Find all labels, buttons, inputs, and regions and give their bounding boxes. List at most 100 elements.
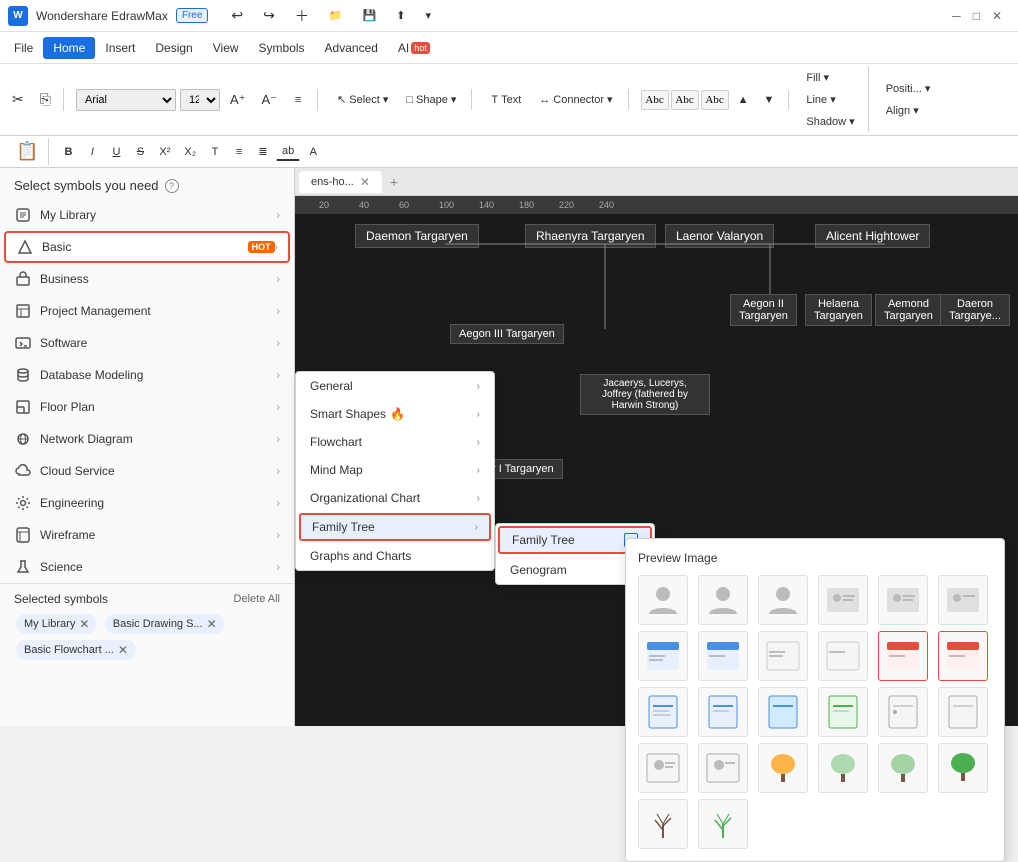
subscript-button[interactable]: X₂ — [178, 143, 202, 161]
text-align-button[interactable]: ≣ — [252, 142, 274, 161]
sidebar-item-cloud-service[interactable]: Cloud Service › — [0, 455, 294, 487]
sidebar-item-database-modeling[interactable]: Database Modeling › — [0, 359, 294, 391]
symbol-tag-my-library[interactable]: My Library ✕ — [16, 614, 97, 634]
preview-doc-blue-1[interactable] — [638, 687, 688, 737]
delete-all-button[interactable]: Delete All — [234, 593, 280, 605]
tab-ens-ho[interactable]: ens-ho... ✕ — [299, 171, 382, 193]
preview-tree-bare-1[interactable] — [638, 799, 688, 849]
remove-basic-drawing[interactable]: ✕ — [207, 617, 217, 631]
shape-button[interactable]: □ Shape ▾ — [399, 89, 463, 110]
style-scroll-down[interactable]: ▼ — [757, 91, 780, 109]
menu-symbols[interactable]: Symbols — [249, 37, 315, 59]
align-button[interactable]: ≡ — [287, 91, 309, 109]
style-box-2[interactable]: Abc — [671, 90, 699, 110]
font-size-select[interactable]: 12 — [180, 89, 220, 111]
position-button[interactable]: Positi... ▾ — [879, 78, 938, 99]
style-box-1[interactable]: Abc — [641, 90, 669, 110]
cut-button[interactable]: ✂ — [6, 88, 30, 111]
preview-tree-full[interactable] — [938, 743, 988, 793]
font-select[interactable]: Arial — [76, 89, 176, 111]
preview-card-plain-1[interactable] — [758, 631, 808, 681]
help-icon[interactable]: ? — [165, 179, 179, 193]
menu-design[interactable]: Design — [145, 37, 202, 59]
copy-button[interactable]: ⎘ — [34, 88, 57, 111]
symbol-tag-basic-drawing[interactable]: Basic Drawing S... ✕ — [105, 614, 225, 634]
bold-button[interactable]: B — [57, 143, 79, 161]
preview-person-card-2[interactable] — [698, 743, 748, 793]
redo-button[interactable]: ↪ — [256, 3, 282, 28]
preview-id-card-3[interactable] — [938, 575, 988, 625]
line-button[interactable]: Line ▾ — [799, 89, 861, 110]
tab-close-1[interactable]: ✕ — [360, 175, 370, 189]
text-style-button[interactable]: T — [204, 143, 226, 161]
list-button[interactable]: ≡ — [228, 143, 250, 161]
preview-card-blue-2[interactable] — [698, 631, 748, 681]
sidebar-item-network-diagram[interactable]: Network Diagram › — [0, 423, 294, 455]
more-button[interactable]: ▾ — [419, 5, 439, 26]
preview-doc-blue-2[interactable] — [698, 687, 748, 737]
align-right-button[interactable]: Align ▾ — [879, 100, 938, 121]
open-button[interactable]: 📁 — [322, 5, 350, 26]
sidebar-item-engineering[interactable]: Engineering › — [0, 487, 294, 519]
submenu-flowchart[interactable]: Flowchart › — [296, 428, 494, 456]
remove-basic-flowchart[interactable]: ✕ — [118, 643, 128, 657]
style-scroll-up[interactable]: ▲ — [732, 91, 755, 109]
underline-button[interactable]: U — [105, 143, 127, 161]
preview-card-plain-2[interactable] — [818, 631, 868, 681]
sidebar-item-floor-plan[interactable]: Floor Plan › — [0, 391, 294, 423]
font-grow-button[interactable]: A⁺ — [224, 89, 252, 111]
menu-file[interactable]: File — [4, 37, 43, 59]
shadow-button[interactable]: Shadow ▾ — [799, 111, 861, 132]
preview-card-red-1[interactable] — [878, 631, 928, 681]
preview-person-card-1[interactable] — [638, 743, 688, 793]
submenu-mind-map[interactable]: Mind Map › — [296, 456, 494, 484]
style-box-3[interactable]: Abc — [701, 90, 729, 110]
preview-tree-bare-2[interactable] — [698, 799, 748, 849]
preview-doc-blue-3[interactable] — [758, 687, 808, 737]
minimize-button[interactable]: ─ — [952, 9, 961, 23]
font-shrink-button[interactable]: A⁻ — [255, 89, 283, 111]
font-color-ab[interactable]: ab — [276, 142, 300, 161]
submenu-smart-shapes[interactable]: Smart Shapes 🔥 › — [296, 400, 494, 428]
remove-my-library[interactable]: ✕ — [79, 617, 89, 631]
strikethrough-button[interactable]: S — [129, 143, 151, 161]
sidebar-item-basic[interactable]: Basic HOT › — [4, 231, 290, 263]
italic-button[interactable]: I — [81, 143, 103, 161]
submenu-general[interactable]: General › — [296, 372, 494, 400]
sidebar-item-my-library[interactable]: My Library › — [0, 199, 294, 231]
submenu-graphs-charts[interactable]: Graphs and Charts — [296, 542, 494, 570]
preview-person-1[interactable] — [638, 575, 688, 625]
fill-button[interactable]: Fill ▾ — [799, 67, 861, 88]
menu-insert[interactable]: Insert — [95, 37, 145, 59]
sidebar-item-project-management[interactable]: Project Management › — [0, 295, 294, 327]
maximize-button[interactable]: □ — [973, 9, 980, 23]
close-button[interactable]: ✕ — [992, 9, 1002, 23]
menu-advanced[interactable]: Advanced — [315, 37, 388, 59]
submenu-org-chart[interactable]: Organizational Chart › — [296, 484, 494, 512]
highlight-button[interactable]: A — [302, 143, 324, 161]
menu-ai[interactable]: AI hot — [388, 37, 440, 59]
sidebar-item-science[interactable]: Science › — [0, 551, 294, 583]
superscript-button[interactable]: X² — [153, 143, 176, 161]
sidebar-item-software[interactable]: Software › — [0, 327, 294, 359]
preview-tree-green-2[interactable] — [878, 743, 928, 793]
preview-tree-green-1[interactable] — [818, 743, 868, 793]
connector-button[interactable]: ↔ Connector ▾ — [532, 89, 619, 110]
preview-person-2[interactable] — [698, 575, 748, 625]
preview-doc-2[interactable] — [938, 687, 988, 737]
submenu-family-tree[interactable]: Family Tree › — [299, 513, 491, 541]
new-button[interactable]: ＋ — [288, 2, 316, 30]
select-button[interactable]: ↖ Select ▾ — [330, 89, 395, 110]
export-button[interactable]: ⬆ — [389, 5, 412, 26]
preview-id-card-1[interactable] — [818, 575, 868, 625]
preview-card-blue-1[interactable] — [638, 631, 688, 681]
undo-button[interactable]: ↩ — [224, 3, 250, 28]
preview-doc-1[interactable] — [878, 687, 928, 737]
preview-doc-green[interactable] — [818, 687, 868, 737]
preview-card-red-2[interactable] — [938, 631, 988, 681]
paste-button[interactable]: 📋 — [10, 138, 44, 165]
menu-home[interactable]: Home — [43, 37, 95, 59]
preview-tree-orange[interactable] — [758, 743, 808, 793]
symbol-tag-basic-flowchart[interactable]: Basic Flowchart ... ✕ — [16, 640, 136, 660]
tab-add-button[interactable]: + — [382, 170, 406, 194]
